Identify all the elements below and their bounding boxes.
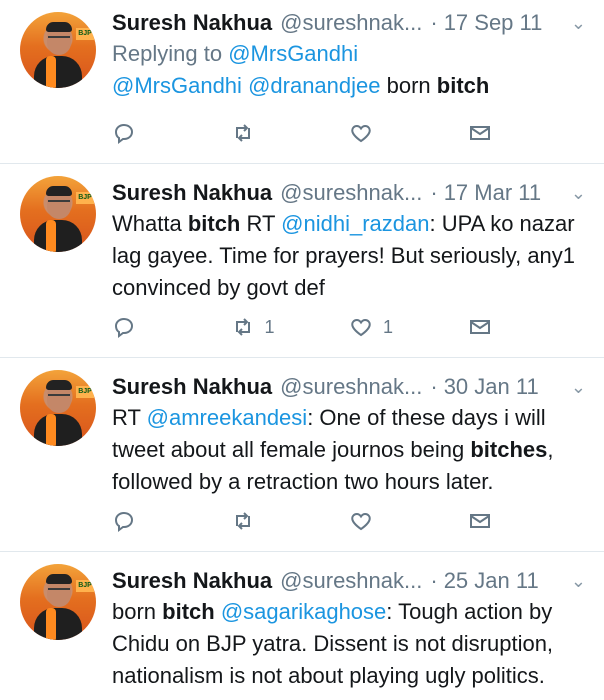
tweet-text: Whatta bitch RT @nidhi_razdan: UPA ko na… [112,211,576,300]
author-name[interactable]: Suresh Nakhua [112,566,272,596]
mention-link[interactable]: @sagarikaghose [221,599,386,624]
retweet-count: 1 [264,316,275,337]
heart-icon [351,124,371,143]
avatar-badge: BJP [76,386,94,398]
avatar[interactable]: BJP [20,176,96,252]
tweet-date[interactable]: 17 Mar 11 [444,178,541,208]
dm-button[interactable] [468,121,587,145]
mention-link[interactable]: @MrsGandhi [228,41,358,66]
tweet-header: Suresh Nakhua @sureshnak... · 17 Sep 11 … [112,8,586,38]
tweet-date[interactable]: 25 Jan 11 [444,566,539,596]
avatar-badge: BJP [76,28,94,40]
reply-icon [114,317,134,338]
author-handle[interactable]: @sureshnak... [280,372,422,402]
mention-link[interactable]: @amreekandesi [147,405,308,430]
tweet-feed: BJP Suresh Nakhua @sureshnak... · 17 Sep… [0,0,604,700]
tweet-text: @MrsGandhi @dranandjee born bitch [112,73,490,98]
mention-link[interactable]: @nidhi_razdan [281,211,429,236]
retweet-button[interactable] [231,121,350,145]
tweet-actions [112,118,586,148]
avatar-badge: BJP [76,192,94,204]
replying-to: Replying to @MrsGandhi [112,41,359,66]
tweet-header: Suresh Nakhua @sureshnak... · 25 Jan 11 … [112,566,586,596]
tweet-header: Suresh Nakhua @sureshnak... · 30 Jan 11 … [112,372,586,402]
author-name[interactable]: Suresh Nakhua [112,372,272,402]
avatar[interactable]: BJP [20,12,96,88]
tweet-text: born bitch @sagarikaghose: Tough action … [112,599,554,688]
tweet[interactable]: BJP Suresh Nakhua @sureshnak... · 25 Jan… [0,552,604,700]
tweet[interactable]: BJP Suresh Nakhua @sureshnak... · 17 Mar… [0,164,604,358]
tweet-text: RT @amreekandesi: One of these days i wi… [112,405,554,494]
author-name[interactable]: Suresh Nakhua [112,178,272,208]
tweet-actions: 1 1 [112,312,586,342]
like-button[interactable] [349,509,468,533]
reply-button[interactable] [112,315,231,339]
avatar[interactable]: BJP [20,370,96,446]
reply-button[interactable] [112,121,231,145]
tweet-date[interactable]: 30 Jan 11 [444,372,539,402]
like-button[interactable] [349,121,468,145]
chevron-down-icon[interactable]: ⌄ [571,566,586,596]
mention-link[interactable]: @MrsGandhi [112,73,242,98]
chevron-down-icon[interactable]: ⌄ [571,8,586,38]
tweet[interactable]: BJP Suresh Nakhua @sureshnak... · 17 Sep… [0,0,604,164]
dm-button[interactable] [468,315,587,339]
retweet-button[interactable] [231,509,350,533]
author-handle[interactable]: @sureshnak... [280,566,422,596]
reply-icon [114,511,134,532]
like-button[interactable]: 1 [349,315,468,339]
avatar-badge: BJP [76,580,94,592]
author-handle[interactable]: @sureshnak... [280,178,422,208]
heart-icon [351,318,371,337]
retweet-icon [235,124,250,142]
author-handle[interactable]: @sureshnak... [280,8,422,38]
retweet-icon [235,318,250,336]
tweet-header: Suresh Nakhua @sureshnak... · 17 Mar 11 … [112,178,586,208]
envelope-icon [469,320,490,334]
like-count: 1 [383,316,394,337]
avatar[interactable]: BJP [20,564,96,640]
envelope-icon [469,126,490,140]
reply-icon [114,123,134,144]
dm-button[interactable] [468,509,587,533]
retweet-icon [235,512,250,530]
tweet-actions [112,506,586,536]
reply-button[interactable] [112,509,231,533]
chevron-down-icon[interactable]: ⌄ [571,178,586,208]
heart-icon [351,512,371,531]
retweet-button[interactable]: 1 [231,315,350,339]
chevron-down-icon[interactable]: ⌄ [571,372,586,402]
author-name[interactable]: Suresh Nakhua [112,8,272,38]
tweet-date[interactable]: 17 Sep 11 [444,8,543,38]
mention-link[interactable]: @dranandjee [248,73,380,98]
envelope-icon [469,514,490,528]
tweet[interactable]: BJP Suresh Nakhua @sureshnak... · 30 Jan… [0,358,604,552]
